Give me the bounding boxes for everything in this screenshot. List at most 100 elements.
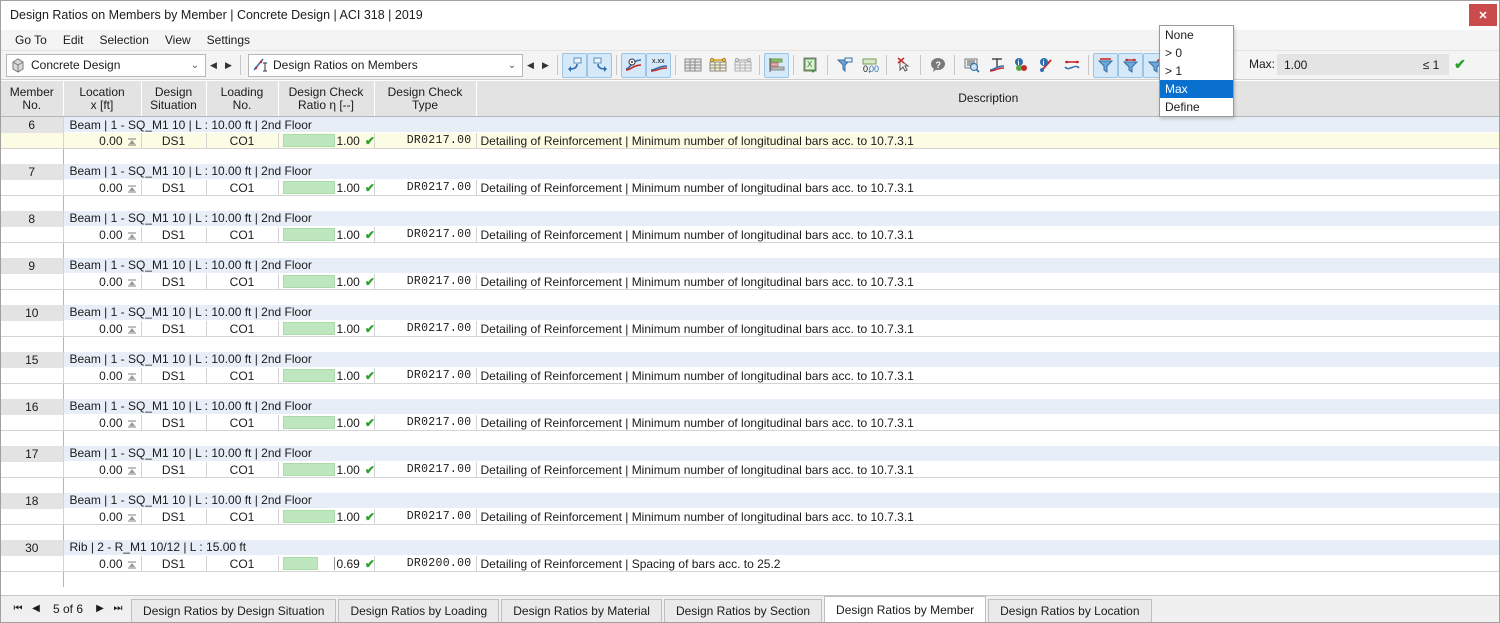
tab-design-ratios-by-member[interactable]: Design Ratios by Member bbox=[824, 596, 987, 622]
dropdown-option-none[interactable]: None bbox=[1160, 26, 1233, 44]
close-icon[interactable]: ✕ bbox=[1469, 4, 1497, 26]
table-next-button[interactable]: ▶ bbox=[538, 55, 553, 76]
loading-cell[interactable]: CO1 bbox=[206, 414, 279, 431]
location-cell[interactable]: 0.00 bbox=[63, 179, 142, 196]
menu-item-goto[interactable]: Go To bbox=[7, 31, 55, 49]
description-cell[interactable]: Detailing of Reinforcement | Minimum num… bbox=[476, 461, 1499, 478]
tab-design-ratios-by-loading[interactable]: Design Ratios by Loading bbox=[338, 599, 500, 622]
design-situation-cell[interactable]: DS1 bbox=[141, 555, 207, 572]
design-check-type-cell[interactable]: DR0200.00 bbox=[374, 555, 477, 572]
member-no-cell[interactable]: 16 bbox=[1, 398, 64, 415]
column-header-location[interactable]: Location x [ft] bbox=[63, 80, 142, 117]
description-cell[interactable]: Detailing of Reinforcement | Spacing of … bbox=[476, 555, 1499, 572]
dropdown-option-max[interactable]: Max bbox=[1160, 80, 1233, 98]
tab-design-ratios-by-design-situation[interactable]: Design Ratios by Design Situation bbox=[131, 599, 337, 622]
table-row[interactable]: 0.00 DS1 CO1 1.00 ✔ DR0217.00 Detailing of Rei… bbox=[1, 320, 1499, 337]
design-check-type-cell[interactable]: DR0217.00 bbox=[374, 226, 477, 243]
loading-cell[interactable]: CO1 bbox=[206, 555, 279, 572]
dropdown-option-gt1[interactable]: > 1 bbox=[1160, 62, 1233, 80]
loading-cell[interactable]: CO1 bbox=[206, 273, 279, 290]
design-situation-cell[interactable]: DS1 bbox=[141, 273, 207, 290]
member-no-cell[interactable]: 18 bbox=[1, 492, 64, 509]
design-ratio-cell[interactable]: 1.00 ✔ bbox=[278, 367, 375, 384]
location-cell[interactable]: 0.00 bbox=[63, 320, 142, 337]
column-header-design-situation[interactable]: Design Situation bbox=[141, 80, 207, 117]
design-situation-cell[interactable]: DS1 bbox=[141, 226, 207, 243]
table-row[interactable]: 0.00 DS1 CO1 1.00 ✔ DR0217.00 Detailing of Rei… bbox=[1, 179, 1499, 196]
member-no-cell[interactable]: 8 bbox=[1, 210, 64, 227]
description-cell[interactable]: Detailing of Reinforcement | Minimum num… bbox=[476, 414, 1499, 431]
member-description-cell[interactable]: Beam | 1 - SQ_M1 10 | L : 10.00 ft | 2nd… bbox=[63, 351, 1499, 368]
table-selected-icon[interactable] bbox=[705, 53, 730, 78]
find-zoom-icon[interactable] bbox=[959, 53, 984, 78]
design-check-type-cell[interactable]: DR0217.00 bbox=[374, 414, 477, 431]
table-row[interactable]: 0.00 DS1 CO1 1.00 ✔ DR0217.00 Detailing of Rei… bbox=[1, 132, 1499, 149]
result-filter-dropdown[interactable]: None > 0 > 1 Max Define bbox=[1159, 25, 1234, 117]
table-group-header-row[interactable]: 18 Beam | 1 - SQ_M1 10 | L : 10.00 ft | 2… bbox=[1, 492, 1499, 509]
table-group-header-row[interactable]: 15 Beam | 1 - SQ_M1 10 | L : 10.00 ft | 2… bbox=[1, 351, 1499, 368]
design-situation-cell[interactable]: DS1 bbox=[141, 414, 207, 431]
chevron-down-icon[interactable]: ⌄ bbox=[504, 60, 520, 71]
help-icon[interactable]: ? bbox=[925, 53, 950, 78]
loading-cell[interactable]: CO1 bbox=[206, 461, 279, 478]
table-group-header-row[interactable]: 17 Beam | 1 - SQ_M1 10 | L : 10.00 ft | 2… bbox=[1, 445, 1499, 462]
member-description-cell[interactable]: Beam | 1 - SQ_M1 10 | L : 10.00 ft | 2nd… bbox=[63, 445, 1499, 462]
member-description-cell[interactable]: Beam | 1 - SQ_M1 10 | L : 10.00 ft | 2nd… bbox=[63, 492, 1499, 509]
filter-funnel-icon[interactable] bbox=[832, 53, 857, 78]
member-no-cell[interactable]: 7 bbox=[1, 163, 64, 180]
design-ratio-cell[interactable]: 1.00 ✔ bbox=[278, 273, 375, 290]
table-filter-rows-icon[interactable] bbox=[730, 53, 755, 78]
design-ratio-cell[interactable]: 1.00 ✔ bbox=[278, 320, 375, 337]
member-no-cell[interactable]: 6 bbox=[1, 116, 64, 133]
pager-prev-button[interactable]: ◀ bbox=[27, 599, 45, 619]
loading-cell[interactable]: CO1 bbox=[206, 508, 279, 525]
deformation-icon[interactable] bbox=[1059, 53, 1084, 78]
show-values-xxx-icon[interactable]: x.xx bbox=[646, 52, 671, 78]
location-cell[interactable]: 0.00 bbox=[63, 367, 142, 384]
member-description-cell[interactable]: Beam | 1 - SQ_M1 10 | L : 10.00 ft | 2nd… bbox=[63, 210, 1499, 227]
column-header-member[interactable]: Member No. bbox=[1, 80, 64, 117]
table-group-header-row[interactable]: 6 Beam | 1 - SQ_M1 10 | L : 10.00 ft | 2n… bbox=[1, 116, 1499, 133]
table-group-header-row[interactable]: 7 Beam | 1 - SQ_M1 10 | L : 10.00 ft | 2n… bbox=[1, 163, 1499, 180]
pager-last-button[interactable]: ⏭ bbox=[109, 599, 127, 619]
design-check-type-cell[interactable]: DR0217.00 bbox=[374, 320, 477, 337]
menu-item-selection[interactable]: Selection bbox=[92, 31, 157, 49]
module-prev-button[interactable]: ◀ bbox=[206, 55, 221, 76]
table-row[interactable]: 0.00 DS1 CO1 1.00 ✔ DR0217.00 Detailing of Rei… bbox=[1, 367, 1499, 384]
show-result-diagram-icon[interactable] bbox=[621, 52, 646, 78]
design-situation-cell[interactable]: DS1 bbox=[141, 367, 207, 384]
clear-selection-icon[interactable] bbox=[891, 53, 916, 78]
decimal-places-icon[interactable]: 0, 00 bbox=[857, 53, 882, 78]
location-cell[interactable]: 0.00 bbox=[63, 461, 142, 478]
description-cell[interactable]: Detailing of Reinforcement | Minimum num… bbox=[476, 508, 1499, 525]
design-situation-cell[interactable]: DS1 bbox=[141, 508, 207, 525]
undo-arrow-icon[interactable] bbox=[562, 52, 587, 78]
description-cell[interactable]: Detailing of Reinforcement | Minimum num… bbox=[476, 367, 1499, 384]
table-row[interactable]: 0.00 DS1 CO1 0.69 ✔ DR0200.00 Detailing of Rei… bbox=[1, 555, 1499, 572]
member-no-cell[interactable]: 17 bbox=[1, 445, 64, 462]
export-excel-icon[interactable]: X bbox=[798, 53, 823, 78]
description-cell[interactable]: Detailing of Reinforcement | Minimum num… bbox=[476, 226, 1499, 243]
design-situation-cell[interactable]: DS1 bbox=[141, 132, 207, 149]
tab-design-ratios-by-section[interactable]: Design Ratios by Section bbox=[663, 599, 823, 622]
pager-next-button[interactable]: ▶ bbox=[91, 599, 109, 619]
dropdown-option-define[interactable]: Define bbox=[1160, 98, 1233, 116]
description-cell[interactable]: Detailing of Reinforcement | Minimum num… bbox=[476, 132, 1499, 149]
member-description-cell[interactable]: Beam | 1 - SQ_M1 10 | L : 10.00 ft | 2nd… bbox=[63, 116, 1499, 133]
design-ratio-cell[interactable]: 0.69 ✔ bbox=[278, 555, 375, 572]
location-cell[interactable]: 0.00 bbox=[63, 508, 142, 525]
design-check-type-cell[interactable]: DR0217.00 bbox=[374, 508, 477, 525]
description-cell[interactable]: Detailing of Reinforcement | Minimum num… bbox=[476, 273, 1499, 290]
table-row[interactable]: 0.00 DS1 CO1 1.00 ✔ DR0217.00 Detailing of Rei… bbox=[1, 226, 1499, 243]
column-header-design-check-type[interactable]: Design Check Type bbox=[374, 80, 477, 117]
design-check-type-cell[interactable]: DR0217.00 bbox=[374, 273, 477, 290]
filter-max-icon[interactable] bbox=[1093, 52, 1118, 78]
location-cell[interactable]: 0.00 bbox=[63, 132, 142, 149]
design-ratio-cell[interactable]: 1.00 ✔ bbox=[278, 461, 375, 478]
member-no-cell[interactable]: 9 bbox=[1, 257, 64, 274]
member-description-cell[interactable]: Beam | 1 - SQ_M1 10 | L : 10.00 ft | 2nd… bbox=[63, 304, 1499, 321]
chevron-down-icon[interactable]: ⌄ bbox=[187, 60, 203, 71]
description-cell[interactable]: Detailing of Reinforcement | Minimum num… bbox=[476, 179, 1499, 196]
color-bars-icon[interactable] bbox=[764, 52, 789, 78]
max-value-input[interactable]: 1.00 bbox=[1277, 54, 1429, 75]
